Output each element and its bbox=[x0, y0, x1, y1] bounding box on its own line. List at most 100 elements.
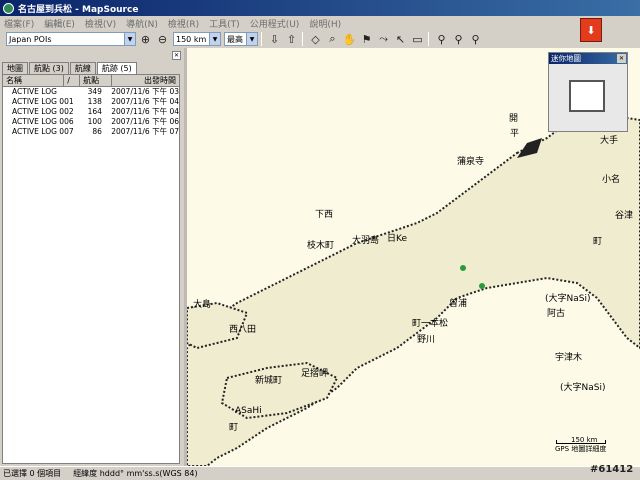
tab-waypoints[interactable]: 航點 (3) bbox=[29, 62, 69, 74]
toolbar: Japan POIs ▼ ⊕ ⊖ 150 km ▼ 最高 ▼ ⇩ ⇧ ◇ ⌕ ✋… bbox=[0, 30, 640, 48]
list-item[interactable]: ACTIVE LOG 006 100 2007/11/6 下午 06 bbox=[3, 117, 179, 127]
close-icon[interactable]: ✕ bbox=[617, 54, 626, 63]
track-start: 2007/11/6 下午 06 bbox=[111, 117, 179, 126]
track-points: 164 bbox=[87, 107, 102, 116]
map-label: (大字NaSi) bbox=[545, 294, 591, 304]
tab-maps[interactable]: 地圖 bbox=[2, 62, 28, 74]
track-start: 2007/11/6 下午 07 bbox=[111, 127, 179, 136]
select-area-icon[interactable]: ⌕ bbox=[325, 32, 340, 47]
map-label: 谷津 bbox=[615, 211, 634, 221]
menu-view2[interactable]: 檢視(R) bbox=[168, 17, 199, 30]
map-label: 平 bbox=[510, 129, 520, 139]
chevron-down-icon[interactable]: ▼ bbox=[246, 33, 257, 45]
map-label: 足摺岬 bbox=[301, 369, 329, 379]
menu-edit[interactable]: 編輯(E) bbox=[44, 17, 75, 30]
track-start: 2007/11/6 下午 04 bbox=[111, 97, 179, 106]
overview-viewport-box[interactable] bbox=[569, 80, 605, 112]
list-item[interactable]: ACTIVE LOG 007 86 2007/11/6 下午 07 bbox=[3, 127, 179, 137]
tab-routes[interactable]: 航線 bbox=[69, 62, 96, 74]
tracks-list[interactable]: 名稱 / 航點 出發時間 ACTIVE LOG 349 2007/11/6 下午… bbox=[2, 74, 180, 464]
zoom-scale-value: 150 km bbox=[176, 34, 207, 44]
scale-bar bbox=[556, 440, 606, 444]
send-to-device-icon[interactable]: ⇧ bbox=[284, 32, 299, 47]
overview-title: 迷你地圖 bbox=[551, 54, 581, 63]
status-bar: 已選擇 0 個項目 經緯度 hddd° mm'ss.s(WGS 84) bbox=[0, 466, 640, 480]
menu-tools[interactable]: 工具(T) bbox=[209, 17, 240, 30]
map-label: 日Ke bbox=[387, 234, 407, 244]
map-label: 宇津木 bbox=[555, 353, 583, 363]
map-label: 野川 bbox=[417, 335, 436, 345]
map-label: 大羽島 bbox=[352, 236, 380, 246]
status-coords: 經緯度 hddd° mm'ss.s(WGS 84) bbox=[73, 469, 198, 478]
measure-ruler-icon[interactable]: ▭ bbox=[410, 32, 425, 47]
menu-help[interactable]: 說明(H) bbox=[309, 17, 341, 30]
find-binoculars-icon[interactable]: ⚲ bbox=[434, 32, 449, 47]
zoom-scale-select[interactable]: 150 km ▼ bbox=[173, 32, 221, 46]
list-item[interactable]: ACTIVE LOG 001 138 2007/11/6 下午 04 bbox=[3, 97, 179, 107]
selection-arrow-icon[interactable]: ↖ bbox=[393, 32, 408, 47]
track-name: ACTIVE LOG 007 bbox=[12, 127, 74, 136]
map-label: 町 bbox=[229, 423, 239, 433]
list-item[interactable]: ACTIVE LOG 002 164 2007/11/6 下午 04 bbox=[3, 107, 179, 117]
toolbar-separator bbox=[428, 32, 429, 46]
tab-tracks[interactable]: 航跡 (5) bbox=[96, 62, 137, 74]
track-name: ACTIVE LOG 006 bbox=[12, 117, 74, 126]
detail-level-value: 最高 bbox=[227, 34, 243, 44]
map-label: 蒲泉寺 bbox=[457, 157, 485, 167]
list-header: 名稱 / 航點 出發時間 bbox=[3, 75, 179, 87]
menu-utilities[interactable]: 公用程式(U) bbox=[250, 17, 300, 30]
title-bar: 名古屋到兵松 - MapSource bbox=[0, 0, 640, 16]
waypoint-flag-icon[interactable]: ⚑ bbox=[359, 32, 374, 47]
map-label: ASaHi bbox=[235, 406, 262, 416]
track-name: ACTIVE LOG bbox=[12, 87, 57, 96]
chevron-down-icon[interactable]: ▼ bbox=[209, 33, 220, 45]
status-selection: 已選擇 0 個項目 bbox=[3, 469, 62, 478]
track-start: 2007/11/6 下午 04 bbox=[111, 107, 179, 116]
track-points: 100 bbox=[87, 117, 102, 126]
zoom-in-icon[interactable]: ⊕ bbox=[138, 32, 153, 47]
track-start: 2007/11/6 下午 03 bbox=[111, 87, 179, 96]
find-places-icon[interactable]: ⚲ bbox=[451, 32, 466, 47]
menu-file[interactable]: 檔案(F) bbox=[4, 17, 34, 30]
column-name[interactable]: 名稱 bbox=[3, 75, 65, 86]
recent-finds-icon[interactable]: ⚲ bbox=[468, 32, 483, 47]
map-label: 小名 bbox=[602, 175, 621, 185]
map-label: 大手 bbox=[600, 136, 619, 146]
window-title: 名古屋到兵松 - MapSource bbox=[18, 4, 139, 15]
map-detail-note: GPS 地圖詳細度 bbox=[555, 445, 607, 453]
track-points: 138 bbox=[87, 97, 102, 106]
menu-view[interactable]: 檢視(V) bbox=[85, 17, 116, 30]
pan-hand-icon[interactable]: ✋ bbox=[342, 32, 357, 47]
toolbar-separator bbox=[261, 32, 262, 46]
track-name: ACTIVE LOG 001 bbox=[12, 97, 74, 106]
download-arrow-icon[interactable]: ⬇ bbox=[580, 18, 602, 42]
left-panel: ✕ 地圖 航點 (3) 航線 航跡 (5) 名稱 / 航點 出發時間 ACTIV… bbox=[0, 48, 184, 466]
panel-tabs: 地圖 航點 (3) 航線 航跡 (5) bbox=[2, 62, 138, 74]
toolbar-separator bbox=[302, 32, 303, 46]
menu-navigate[interactable]: 導航(N) bbox=[126, 17, 158, 30]
menu-bar: 檔案(F) 編輯(E) 檢視(V) 導航(N) 檢視(R) 工具(T) 公用程式… bbox=[0, 16, 640, 30]
track-points: 86 bbox=[92, 127, 102, 136]
column-start-time[interactable]: 出發時間 bbox=[112, 75, 179, 86]
zoom-out-icon[interactable]: ⊖ bbox=[155, 32, 170, 47]
route-tool-icon[interactable]: ⤳ bbox=[376, 32, 391, 47]
column-points[interactable]: 航點 bbox=[80, 75, 112, 86]
column-sort[interactable]: / bbox=[64, 75, 81, 86]
map-label: 大島 bbox=[193, 300, 212, 310]
map-label: 阿古 bbox=[547, 309, 566, 319]
list-item[interactable]: ACTIVE LOG 349 2007/11/6 下午 03 bbox=[3, 87, 179, 97]
overview-header: 迷你地圖 ✕ bbox=[549, 53, 627, 64]
close-icon[interactable]: ✕ bbox=[172, 51, 181, 60]
map-label: 西八田 bbox=[229, 325, 257, 335]
track-name: ACTIVE LOG 002 bbox=[12, 107, 74, 116]
map-label: 新城町 bbox=[255, 376, 283, 386]
overview-map[interactable]: 迷你地圖 ✕ bbox=[548, 52, 628, 132]
detail-level-select[interactable]: 最高 ▼ bbox=[224, 32, 258, 46]
app-icon bbox=[3, 2, 14, 14]
map-label: 下西 bbox=[315, 210, 334, 220]
chevron-down-icon[interactable]: ▼ bbox=[124, 33, 135, 45]
zoom-tool-icon[interactable]: ◇ bbox=[308, 32, 323, 47]
receive-from-device-icon[interactable]: ⇩ bbox=[267, 32, 282, 47]
map-label: 枝木町 bbox=[307, 241, 335, 251]
map-product-select[interactable]: Japan POIs ▼ bbox=[6, 32, 136, 46]
